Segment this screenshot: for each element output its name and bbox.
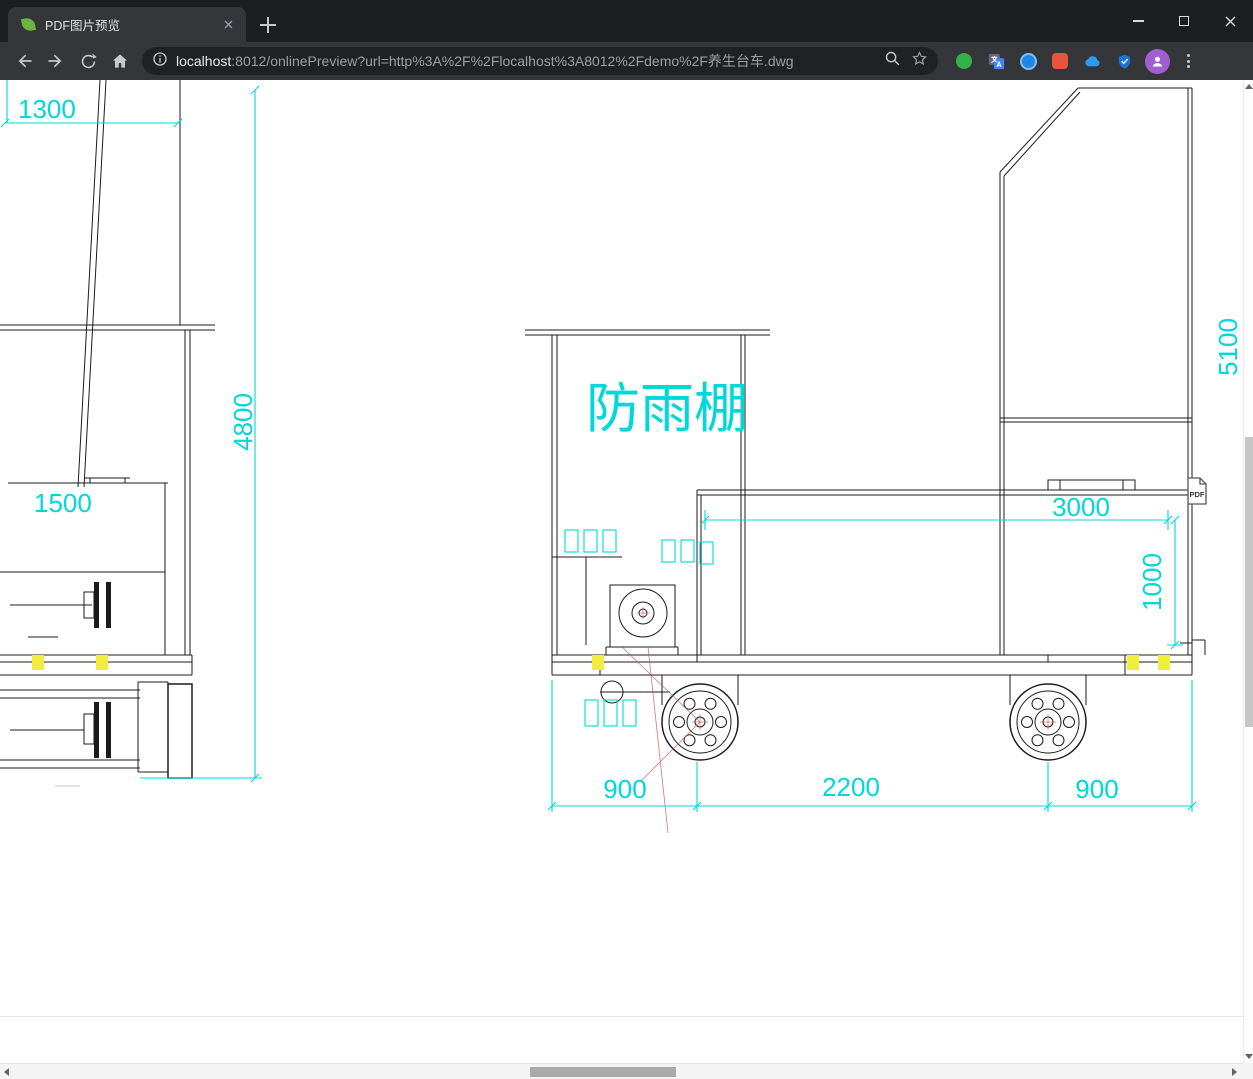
back-icon[interactable] (10, 47, 38, 75)
minimize-button[interactable] (1115, 0, 1161, 42)
home-icon[interactable] (106, 47, 134, 75)
scrollbar-corner (1243, 1063, 1253, 1079)
dimension-label-1500: 1500 (34, 488, 92, 518)
forward-icon[interactable] (42, 47, 70, 75)
extension-icon-red[interactable] (1047, 48, 1073, 74)
dimension-label-2200: 2200 (822, 772, 880, 802)
dimension-label-900-right: 900 (1075, 774, 1118, 804)
browser-titlebar: PDF图片预览 (0, 0, 1253, 42)
maximize-button[interactable] (1161, 0, 1207, 42)
scroll-right-arrow-icon[interactable] (1232, 1068, 1237, 1076)
dimension-label-1300: 1300 (18, 94, 76, 124)
dimension-label-3000: 3000 (1052, 492, 1110, 522)
pdf-page-edge (0, 1016, 1245, 1017)
browser-menu-icon[interactable] (1179, 52, 1197, 70)
preview-page: 1300 4800 1500 防雨棚 5100 3000 1000 900 22… (0, 80, 1253, 1063)
scroll-down-arrow-icon[interactable] (1245, 1054, 1253, 1059)
bookmark-star-icon[interactable] (911, 50, 928, 72)
spring-leaf-favicon (20, 16, 37, 33)
zoom-icon[interactable] (884, 50, 901, 72)
url-host: localhost (176, 53, 232, 69)
pdf-badge-label: PDF (1190, 490, 1205, 499)
cad-drawing: 1300 4800 1500 防雨棚 5100 3000 1000 900 22… (0, 80, 1243, 834)
profile-avatar[interactable] (1145, 48, 1170, 74)
shield-extension-icon[interactable] (1111, 48, 1137, 74)
extension-icon-blue-circle[interactable] (1015, 48, 1041, 74)
cloud-extension-icon[interactable] (1079, 48, 1105, 74)
translate-extension-icon[interactable] (983, 48, 1009, 74)
url-bar[interactable]: localhost:8012/onlinePreview?url=http%3A… (142, 47, 938, 75)
new-tab-button[interactable] (258, 15, 278, 35)
reload-icon[interactable] (74, 47, 102, 75)
url-path: :8012/onlinePreview?url=http%3A%2F%2Floc… (231, 53, 794, 69)
dimension-label-5100: 5100 (1213, 318, 1243, 376)
page-info-icon[interactable] (152, 51, 168, 72)
scroll-left-arrow-icon[interactable] (4, 1068, 9, 1076)
pdf-file-icon[interactable]: PDF (1186, 477, 1208, 505)
horizontal-scrollbar[interactable] (0, 1063, 1253, 1079)
shelter-title-text: 防雨棚 (586, 379, 748, 439)
dimension-label-900-left: 900 (603, 774, 646, 804)
browser-tab[interactable]: PDF图片预览 (8, 7, 246, 42)
close-button[interactable] (1207, 0, 1253, 42)
extension-icon-green[interactable] (951, 48, 977, 74)
dimension-label-4800: 4800 (228, 393, 258, 451)
browser-toolbar: localhost:8012/onlinePreview?url=http%3A… (0, 42, 1253, 80)
tab-title: PDF图片预览 (45, 19, 121, 33)
scroll-up-arrow-icon[interactable] (1245, 84, 1253, 89)
dimension-label-1000: 1000 (1137, 553, 1167, 611)
vertical-scrollbar-thumb[interactable] (1245, 437, 1253, 727)
vertical-scrollbar[interactable] (1243, 80, 1253, 1063)
tab-close-icon[interactable] (220, 17, 236, 33)
cyan-detail-boxes (564, 529, 714, 727)
horizontal-scrollbar-thumb[interactable] (530, 1067, 676, 1077)
url-text[interactable]: localhost:8012/onlinePreview?url=http%3A… (176, 51, 884, 71)
extensions-row (948, 48, 1140, 74)
